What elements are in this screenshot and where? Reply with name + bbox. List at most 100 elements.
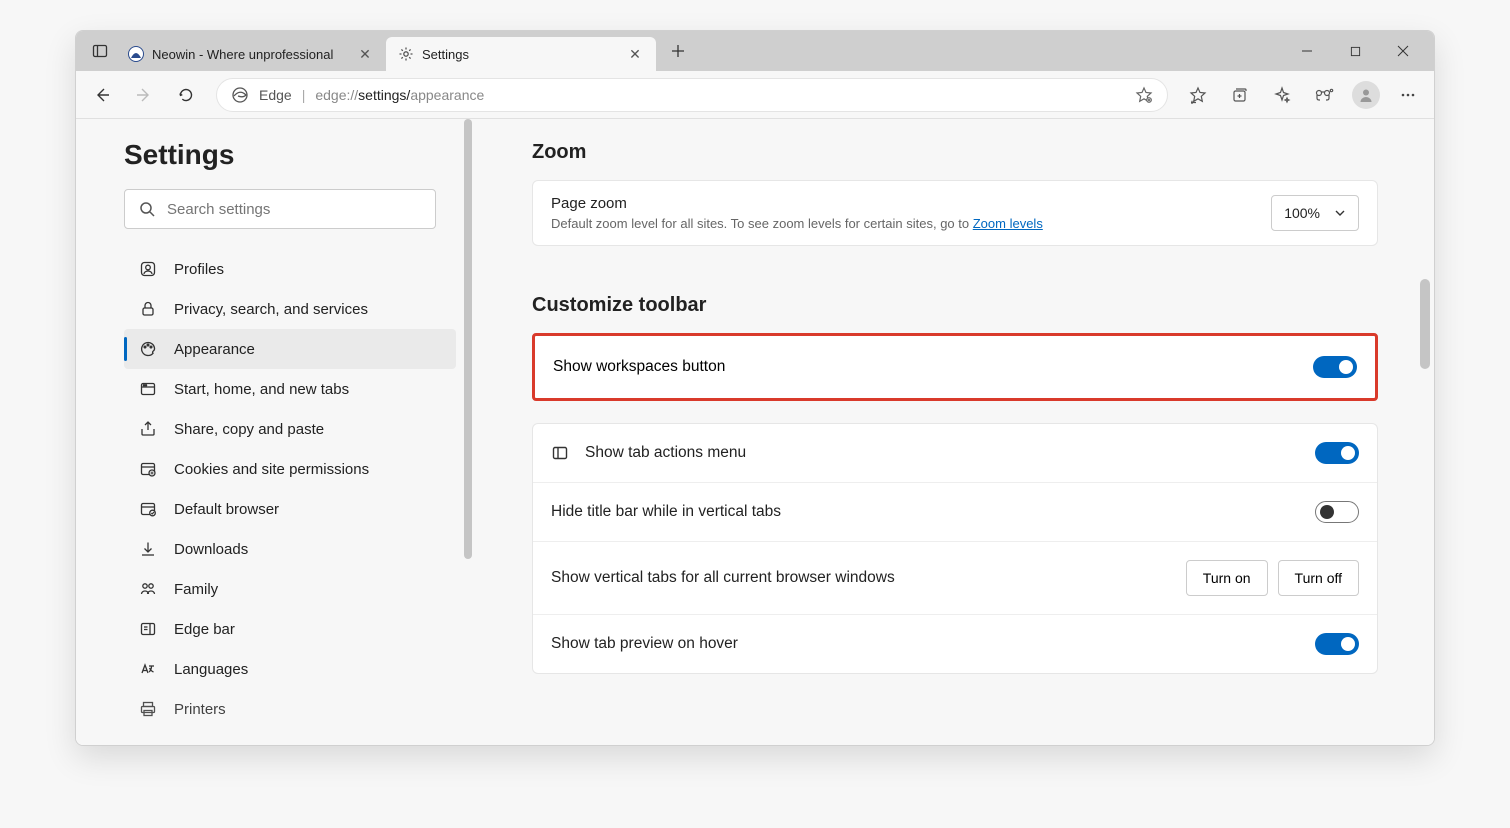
edge-logo-icon <box>231 86 249 104</box>
row-label: Show vertical tabs for all current brows… <box>551 569 895 587</box>
sidebar-item-appearance[interactable]: Appearance <box>124 329 456 369</box>
zoom-card: Page zoom Default zoom level for all sit… <box>532 180 1378 246</box>
extensions-button[interactable] <box>1306 77 1342 113</box>
row-vertical-tabs: Show vertical tabs for all current brows… <box>533 541 1377 614</box>
tab-actions-toggle[interactable] <box>1315 442 1359 464</box>
close-icon[interactable]: ✕ <box>626 45 644 63</box>
sidebar-item-label: Downloads <box>174 541 248 558</box>
sidebar-item-printers[interactable]: Printers <box>124 689 456 729</box>
page-title: Settings <box>124 139 456 171</box>
sidebar-item-label: Default browser <box>174 501 279 518</box>
zoom-description: Default zoom level for all sites. To see… <box>551 216 1253 231</box>
sidebar-item-cookies[interactable]: Cookies and site permissions <box>124 449 456 489</box>
turn-off-button[interactable]: Turn off <box>1278 560 1359 596</box>
avatar <box>1352 81 1380 109</box>
share-icon <box>138 419 158 439</box>
sidebar-item-label: Profiles <box>174 261 224 278</box>
sidebar-item-share[interactable]: Share, copy and paste <box>124 409 456 449</box>
tab-title: Neowin - Where unprofessional <box>152 47 348 62</box>
browser-toolbar: Edge | edge://settings/appearance <box>76 71 1434 119</box>
lock-icon <box>138 299 158 319</box>
sidebar-item-profiles[interactable]: Profiles <box>124 249 456 289</box>
cookies-icon <box>138 459 158 479</box>
row-tab-actions: Show tab actions menu <box>533 424 1377 482</box>
favicon-neowin <box>128 46 144 62</box>
customize-heading: Customize toolbar <box>532 294 1378 317</box>
new-tab-button[interactable] <box>662 35 694 67</box>
copilot-button[interactable] <box>1264 77 1300 113</box>
sidebar-item-label: Appearance <box>174 341 255 358</box>
sidebar-scrollbar[interactable] <box>464 119 474 745</box>
gear-icon <box>398 46 414 62</box>
profile-icon <box>138 259 158 279</box>
sidebar-item-label: Languages <box>174 661 248 678</box>
tab-strip: Neowin - Where unprofessional ✕ Settings… <box>76 31 1434 71</box>
row-hide-titlebar: Hide title bar while in vertical tabs <box>533 482 1377 541</box>
sidebar-item-family[interactable]: Family <box>124 569 456 609</box>
browser-icon <box>138 499 158 519</box>
settings-nav: Profiles Privacy, search, and services A… <box>124 249 456 729</box>
edgebar-icon <box>138 619 158 639</box>
row-label: Hide title bar while in vertical tabs <box>551 503 781 521</box>
download-icon <box>138 539 158 559</box>
reading-list-icon[interactable] <box>1135 86 1153 104</box>
content-area: Settings Profiles Privacy, search, and s… <box>76 119 1434 745</box>
sidebar-item-label: Share, copy and paste <box>174 421 324 438</box>
sidebar-item-downloads[interactable]: Downloads <box>124 529 456 569</box>
collections-button[interactable] <box>1222 77 1258 113</box>
tab-settings[interactable]: Settings ✕ <box>386 37 656 71</box>
chevron-down-icon <box>1334 207 1346 219</box>
sidebar-item-edge-bar[interactable]: Edge bar <box>124 609 456 649</box>
sidebar-item-label: Edge bar <box>174 621 235 638</box>
main-scrollbar[interactable] <box>1420 119 1432 745</box>
menu-button[interactable] <box>1390 77 1426 113</box>
refresh-button[interactable] <box>168 77 204 113</box>
close-icon[interactable]: ✕ <box>356 45 374 63</box>
sidebar-item-label: Privacy, search, and services <box>174 301 368 318</box>
turn-on-button[interactable]: Turn on <box>1186 560 1268 596</box>
sidebar-item-label: Printers <box>174 701 226 718</box>
toolbar-options-card: Show tab actions menu Hide title bar whi… <box>532 423 1378 674</box>
tab-actions-icon[interactable] <box>84 35 116 67</box>
workspaces-row-highlighted: Show workspaces button <box>532 333 1378 401</box>
sidebar-item-default-browser[interactable]: Default browser <box>124 489 456 529</box>
hide-titlebar-toggle[interactable] <box>1315 501 1359 523</box>
zoom-select[interactable]: 100% <box>1271 195 1359 231</box>
zoom-title: Page zoom <box>551 195 1253 212</box>
workspaces-toggle[interactable] <box>1313 356 1357 378</box>
sidebar-item-start[interactable]: Start, home, and new tabs <box>124 369 456 409</box>
browser-window: Neowin - Where unprofessional ✕ Settings… <box>75 30 1435 746</box>
address-bar[interactable]: Edge | edge://settings/appearance <box>216 78 1168 112</box>
address-label: Edge <box>259 87 292 103</box>
search-field[interactable] <box>167 201 421 218</box>
sidebar: Settings Profiles Privacy, search, and s… <box>76 119 476 745</box>
back-button[interactable] <box>84 77 120 113</box>
minimize-button[interactable] <box>1284 35 1330 67</box>
zoom-levels-link[interactable]: Zoom levels <box>973 216 1043 231</box>
zoom-heading: Zoom <box>532 141 1378 164</box>
search-icon <box>139 201 155 217</box>
row-label: Show workspaces button <box>553 358 1313 376</box>
forward-button[interactable] <box>126 77 162 113</box>
search-input[interactable] <box>124 189 436 229</box>
maximize-button[interactable] <box>1332 35 1378 67</box>
sidebar-item-languages[interactable]: Languages <box>124 649 456 689</box>
tab-actions-row-icon <box>551 444 569 462</box>
row-label: Show tab actions menu <box>585 444 746 462</box>
row-label: Show tab preview on hover <box>551 635 738 653</box>
favorites-button[interactable] <box>1180 77 1216 113</box>
window-icon <box>138 379 158 399</box>
tab-neowin[interactable]: Neowin - Where unprofessional ✕ <box>116 37 386 71</box>
language-icon <box>138 659 158 679</box>
family-icon <box>138 579 158 599</box>
tab-title: Settings <box>422 47 618 62</box>
window-controls <box>1284 35 1426 67</box>
tab-preview-toggle[interactable] <box>1315 633 1359 655</box>
zoom-value: 100% <box>1284 205 1320 221</box>
sidebar-item-label: Start, home, and new tabs <box>174 381 349 398</box>
sidebar-item-privacy[interactable]: Privacy, search, and services <box>124 289 456 329</box>
row-tab-preview: Show tab preview on hover <box>533 614 1377 673</box>
main-panel: Zoom Page zoom Default zoom level for al… <box>476 119 1434 745</box>
profile-button[interactable] <box>1348 77 1384 113</box>
close-button[interactable] <box>1380 35 1426 67</box>
